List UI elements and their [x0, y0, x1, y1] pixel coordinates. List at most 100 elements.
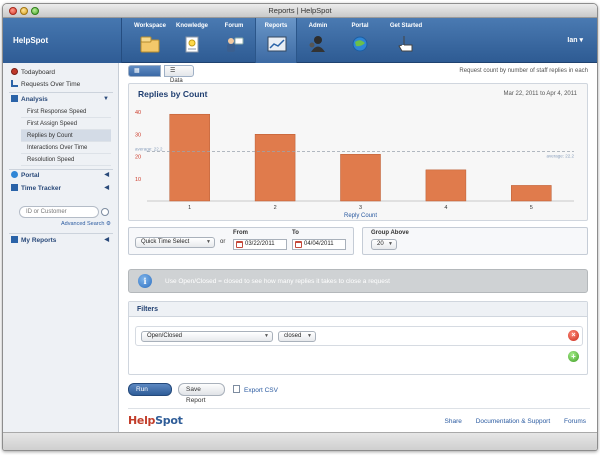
todayboard-icon	[11, 68, 18, 75]
group-controls-box: Group Above 20 ▼	[362, 227, 588, 255]
tab-knowledge[interactable]: Knowledge	[171, 18, 213, 63]
sidebar-item-first-assign-speed[interactable]: First Assign Speed	[21, 118, 111, 130]
footer-share-link[interactable]: Share	[445, 418, 462, 425]
analysis-icon	[11, 95, 18, 102]
footer-forums-link[interactable]: Forums	[564, 418, 586, 425]
chart-bar	[425, 169, 467, 202]
sidebar-item-resolution-speed[interactable]: Resolution Speed	[21, 154, 111, 166]
window-title: Reports | HelpSpot	[268, 6, 332, 15]
info-banner: i Use Open/Closed = closed to see how ma…	[128, 269, 588, 293]
logo-spot: Spot	[155, 414, 183, 427]
group-above-select[interactable]: 20 ▼	[371, 239, 397, 250]
sidebar-section-label: Portal	[21, 172, 40, 179]
export-csv-link[interactable]: Export CSV	[233, 385, 278, 394]
bar-chart: 10 20 30 40 1 2 3 4 5 average: 22.2 average: 22.2 R…	[135, 110, 574, 219]
from-date-field[interactable]: 03/22/2011	[233, 239, 287, 250]
sidebar-item-requests-over-time[interactable]: Requests Over Time	[11, 79, 111, 90]
sidebar-section-label: My Reports	[21, 237, 57, 244]
x-tick-label: 5	[530, 205, 533, 211]
knowledge-icon	[185, 36, 199, 53]
tab-admin[interactable]: Admin	[297, 18, 339, 63]
quick-time-select[interactable]: Quick Time Select ▼	[135, 237, 215, 248]
search-placeholder: ID or Customer	[26, 209, 67, 215]
or-label: or	[220, 239, 226, 245]
y-tick-label: 40	[135, 110, 141, 116]
portal-icon	[352, 36, 368, 52]
list-icon: ☰	[170, 68, 176, 74]
x-axis-label: Reply Count	[344, 213, 377, 219]
sidebar-item-todayboard[interactable]: Todayboard	[11, 67, 111, 78]
sidebar-item-label: Todayboard	[21, 69, 55, 76]
tab-portal-label: Portal	[351, 23, 369, 29]
tab-reports-label: Reports	[264, 23, 288, 29]
advanced-search-link[interactable]: Advanced Search ⚙	[61, 221, 111, 227]
x-tick-label: 2	[274, 205, 277, 211]
footer-divider	[128, 408, 590, 409]
to-label: To	[292, 230, 299, 236]
sidebar: Todayboard Requests Over Time Analysis ▼…	[3, 63, 119, 433]
run-report-button[interactable]: Run Report	[128, 383, 172, 404]
info-text: Use Open/Closed = closed to see how many…	[165, 278, 390, 285]
chart-bar	[169, 113, 210, 202]
logo-help: Help	[128, 414, 156, 427]
bar-chart-icon	[11, 80, 18, 87]
calendar-icon[interactable]	[295, 241, 302, 248]
x-tick-label: 4	[444, 205, 447, 211]
sidebar-section-my-reports[interactable]: My Reports ◀	[11, 235, 111, 246]
from-date-value: 03/22/2011	[245, 241, 275, 247]
chevron-down-icon: ▾	[579, 37, 583, 44]
save-report-button[interactable]: Save Report	[178, 383, 225, 404]
sidebar-section-portal[interactable]: Portal ◀	[11, 170, 111, 181]
tab-graph[interactable]: ▦ Graph	[128, 65, 161, 84]
remove-filter-icon[interactable]: ×	[568, 330, 579, 341]
chevron-down-icon: ▼	[103, 96, 109, 102]
sidebar-divider	[9, 233, 113, 234]
tab-workspace[interactable]: Workspace	[129, 18, 171, 63]
tab-data[interactable]: ☰ Data	[164, 65, 194, 84]
chart-panel: Replies by Count Mar 22, 2011 to Apr 4, …	[128, 83, 588, 221]
calendar-icon[interactable]	[236, 241, 243, 248]
tab-reports[interactable]: Reports	[255, 18, 297, 63]
filter-field-select[interactable]: Open/Closed ▼	[141, 331, 273, 342]
y-tick-label: 30	[135, 132, 141, 138]
quick-time-value: Quick Time Select	[141, 239, 190, 245]
date-controls-box: Quick Time Select ▼ or From 03/22/2011 T…	[128, 227, 354, 255]
y-tick-label: 20	[135, 155, 141, 161]
app-window: Reports | HelpSpot HelpSpot Workspace Kn…	[2, 3, 598, 451]
sidebar-section-label: Time Tracker	[21, 185, 61, 192]
hand-pointer-icon	[398, 36, 413, 52]
sidebar-item-first-response-speed[interactable]: First Response Speed	[21, 106, 111, 118]
tab-get-started[interactable]: Get Started	[385, 18, 427, 63]
average-label-right: average: 22.2	[546, 154, 574, 159]
search-go-icon[interactable]	[101, 208, 109, 216]
clock-icon	[11, 184, 18, 191]
filter-value-select[interactable]: closed ▼	[278, 331, 316, 342]
brand-area: HelpSpot	[3, 18, 122, 63]
window-statusbar	[3, 432, 597, 450]
footer-logo[interactable]: HelpSpot	[128, 414, 183, 427]
tab-portal[interactable]: Portal	[339, 18, 381, 63]
filter-field-value: Open/Closed	[147, 333, 183, 339]
to-date-field[interactable]: 04/04/2011	[292, 239, 346, 250]
window-titlebar: Reports | HelpSpot	[3, 4, 597, 18]
tab-forum[interactable]: Forum	[213, 18, 255, 63]
add-filter-icon[interactable]: +	[568, 351, 579, 362]
advanced-search-label: Advanced Search	[61, 221, 105, 227]
filters-panel: Filters Open/Closed ▼ closed ▼ × +	[128, 301, 588, 375]
sidebar-item-interactions-over-time[interactable]: Interactions Over Time	[21, 142, 111, 154]
tab-get-started-label: Get Started	[389, 23, 423, 29]
user-menu[interactable]: Ian ▾	[567, 36, 583, 44]
sidebar-item-replies-by-count[interactable]: Replies by Count	[21, 130, 111, 142]
portal-small-icon	[11, 171, 18, 178]
time-controls: Quick Time Select ▼ or From 03/22/2011 T…	[128, 227, 588, 255]
sidebar-section-analysis[interactable]: Analysis ▼	[11, 94, 111, 105]
admin-icon	[309, 36, 325, 52]
report-main: ▦ Graph ☰ Data Request count by number o…	[120, 63, 597, 433]
brand-name[interactable]: HelpSpot	[13, 36, 48, 45]
search-input[interactable]: ID or Customer	[19, 206, 99, 218]
chevron-down-icon: ▼	[388, 241, 393, 247]
sidebar-section-time-tracker[interactable]: Time Tracker ◀	[11, 183, 111, 194]
info-icon: i	[138, 274, 152, 288]
filter-condition: Open/Closed ▼ closed ▼	[135, 326, 583, 346]
footer-docs-link[interactable]: Documentation & Support	[476, 418, 550, 425]
